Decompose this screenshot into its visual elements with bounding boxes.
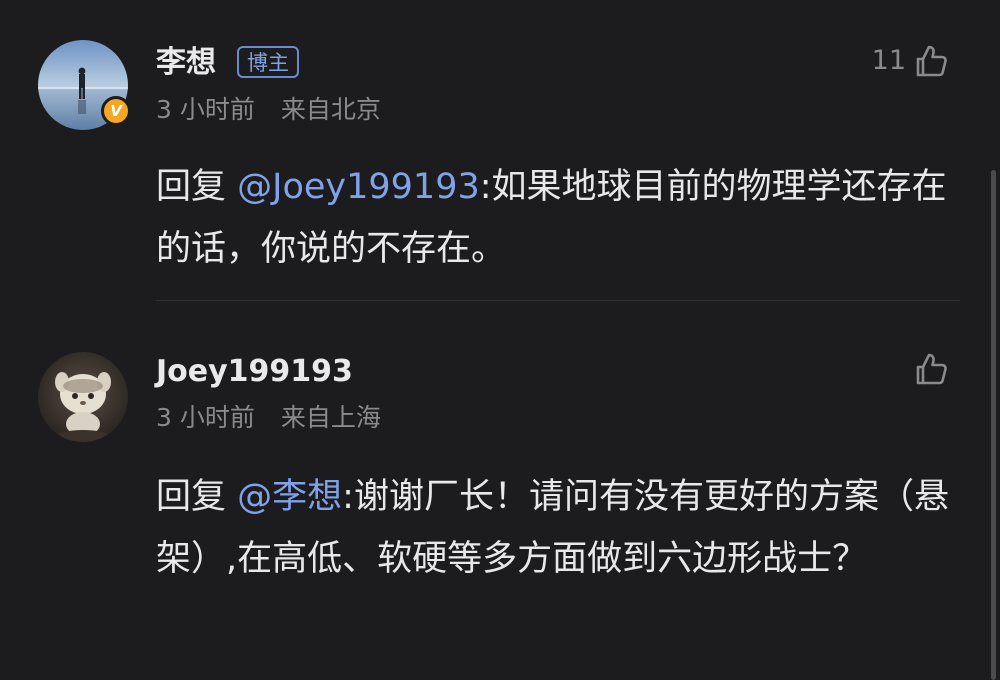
comment-meta: 3 小时前 来自北京	[156, 95, 381, 125]
comment-time: 3 小时前	[156, 95, 255, 124]
verified-icon: V	[101, 96, 131, 126]
mention-link[interactable]: @Joey199193	[237, 167, 480, 207]
like-count: 11	[871, 45, 906, 76]
author-badge: 博主	[237, 46, 299, 78]
reply-prefix: 回复	[156, 167, 238, 207]
username[interactable]: 李想	[156, 45, 216, 81]
divider	[156, 300, 960, 301]
comment-content: 回复 @Joey199193:如果地球目前的物理学还存在的话，你说的不存在。	[156, 156, 956, 280]
reply-prefix: 回复	[156, 477, 238, 517]
avatar-image	[38, 352, 128, 442]
thumbs-up-icon	[916, 45, 947, 77]
username[interactable]: Joey199193	[156, 354, 353, 390]
like-button[interactable]: 11	[872, 42, 950, 80]
comment-location: 来自北京	[280, 95, 381, 124]
avatar[interactable]	[38, 352, 128, 442]
comment-location: 来自上海	[280, 403, 381, 432]
comment-content: 回复 @李想:谢谢厂长！请问有没有更好的方案（悬架）,在高低、软硬等多方面做到六…	[156, 466, 956, 590]
comment-time: 3 小时前	[156, 403, 255, 432]
comment-item: V 李想 博主 3 小时前 来自北京 11 回复 @Joey199193:如果地球…	[0, 0, 1000, 300]
like-button[interactable]	[912, 350, 950, 388]
thumbs-up-icon	[916, 353, 947, 385]
mention-link[interactable]: @李想	[237, 477, 342, 517]
scrollbar[interactable]	[991, 170, 996, 680]
comment-meta: 3 小时前 来自上海	[156, 403, 381, 433]
comment-item: Joey199193 3 小时前 来自上海 回复 @李想:谢谢厂长！请问有没有更好…	[0, 302, 1000, 677]
